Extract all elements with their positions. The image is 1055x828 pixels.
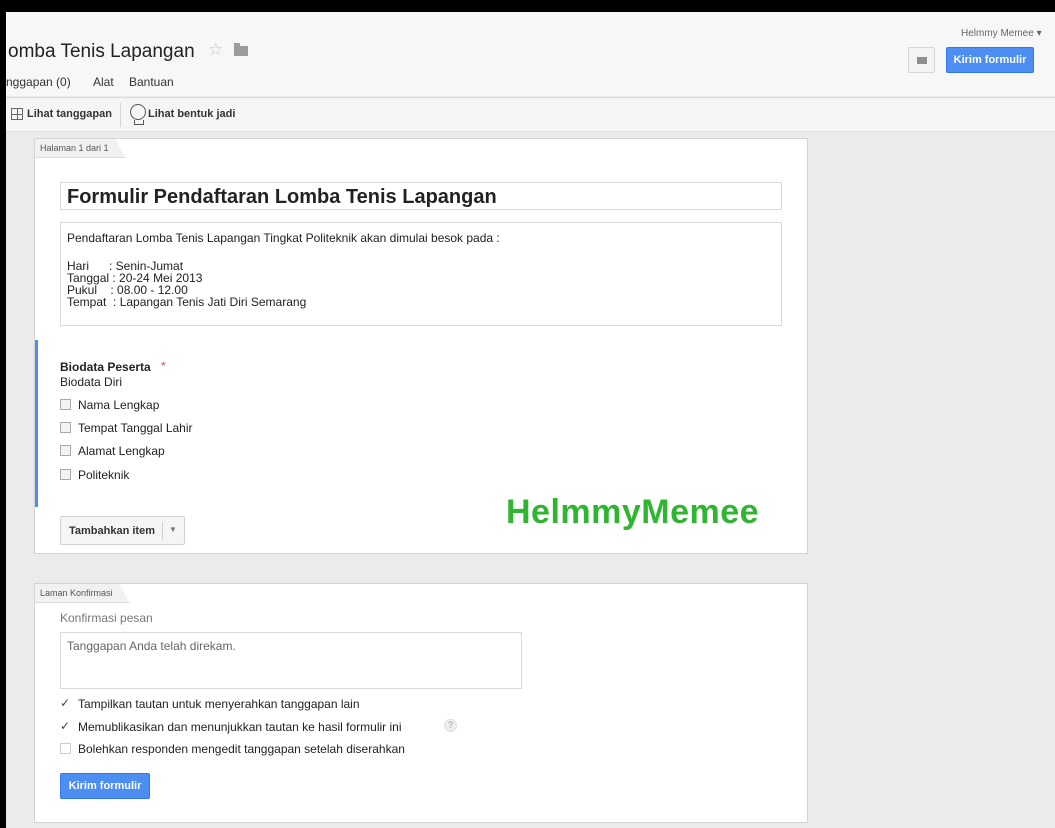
menu-tools[interactable]: Alat: [93, 75, 114, 89]
menu-responses[interactable]: nggapan (0): [6, 75, 71, 89]
send-form-button[interactable]: Kirim formulir: [946, 47, 1034, 73]
option-label: Tempat Tanggal Lahir: [78, 421, 193, 435]
page-tab-label: Laman Konfirmasi: [35, 584, 130, 603]
checkbox-icon[interactable]: [60, 422, 71, 433]
checkbox-icon[interactable]: [60, 743, 71, 754]
question-help-text: Biodata Diri: [60, 375, 123, 389]
option-label: Alamat Lengkap: [78, 444, 165, 458]
confirmation-message-label: Konfirmasi pesan: [60, 611, 153, 625]
option-label: Bolehkan responden mengedit tanggapan se…: [78, 742, 405, 756]
checkbox-icon[interactable]: [60, 399, 71, 410]
page-tab-label: Halaman 1 dari 1: [35, 139, 126, 158]
form-description-input[interactable]: Pendaftaran Lomba Tenis Lapangan Tingkat…: [60, 222, 782, 326]
option-label: Tampilkan tautan untuk menyerahkan tangg…: [78, 697, 360, 711]
form-page-card: Halaman 1 dari 1 Formulir Pendaftaran Lo…: [34, 138, 808, 554]
required-asterisk: *: [161, 359, 166, 373]
option-label: Nama Lengkap: [78, 398, 160, 412]
view-live-form-button[interactable]: Lihat bentuk jadi: [148, 108, 235, 120]
comment-icon: [917, 57, 927, 64]
add-item-divider: [162, 522, 163, 540]
help-icon[interactable]: ?: [444, 719, 457, 732]
user-account-menu[interactable]: Helmmy Memee ▾: [961, 28, 1042, 39]
folder-icon[interactable]: [234, 43, 248, 56]
option-label: Politeknik: [78, 468, 130, 482]
confirmation-message-input[interactable]: Tanggapan Anda telah direkam.: [60, 632, 522, 689]
chevron-down-icon[interactable]: ▼: [169, 525, 177, 534]
watermark-text: HelmmyMemee: [506, 493, 760, 531]
toolbar-divider: [120, 103, 121, 127]
send-form-button[interactable]: Kirim formulir: [60, 773, 150, 799]
star-icon[interactable]: ☆: [208, 40, 223, 60]
add-item-label: Tambahkan item: [69, 525, 155, 537]
menu-help[interactable]: Bantuan: [129, 75, 174, 89]
question-title[interactable]: Biodata Peserta: [60, 360, 151, 374]
view-responses-button[interactable]: Lihat tanggapan: [27, 108, 112, 120]
option-label: Memublikasikan dan menunjukkan tautan ke…: [78, 720, 402, 734]
document-title[interactable]: omba Tenis Lapangan: [8, 41, 195, 63]
confirmation-page-card: Laman Konfirmasi Konfirmasi pesan Tangga…: [34, 583, 808, 823]
globe-icon: [130, 104, 146, 125]
checkbox-icon[interactable]: [60, 445, 71, 456]
comment-button[interactable]: [908, 47, 935, 73]
selected-question-bar: [35, 340, 38, 507]
checkmark-icon[interactable]: ✓: [60, 720, 71, 732]
forms-editor: omba Tenis Lapangan ☆ nggapan (0) Alat B…: [6, 12, 1055, 828]
description-line: Tempat : Lapangan Tenis Jati Diri Semara…: [67, 295, 307, 309]
toolbar: Lihat tanggapan Lihat bentuk jadi: [6, 97, 1055, 132]
form-title-input[interactable]: Formulir Pendaftaran Lomba Tenis Lapanga…: [60, 182, 782, 210]
add-item-button[interactable]: Tambahkan item ▼: [60, 516, 185, 545]
checkmark-icon[interactable]: ✓: [60, 697, 71, 709]
description-intro: Pendaftaran Lomba Tenis Lapangan Tingkat…: [67, 231, 500, 245]
top-bar: omba Tenis Lapangan ☆ nggapan (0) Alat B…: [6, 12, 1055, 96]
spreadsheet-icon: [11, 108, 23, 120]
checkbox-icon[interactable]: [60, 469, 71, 480]
